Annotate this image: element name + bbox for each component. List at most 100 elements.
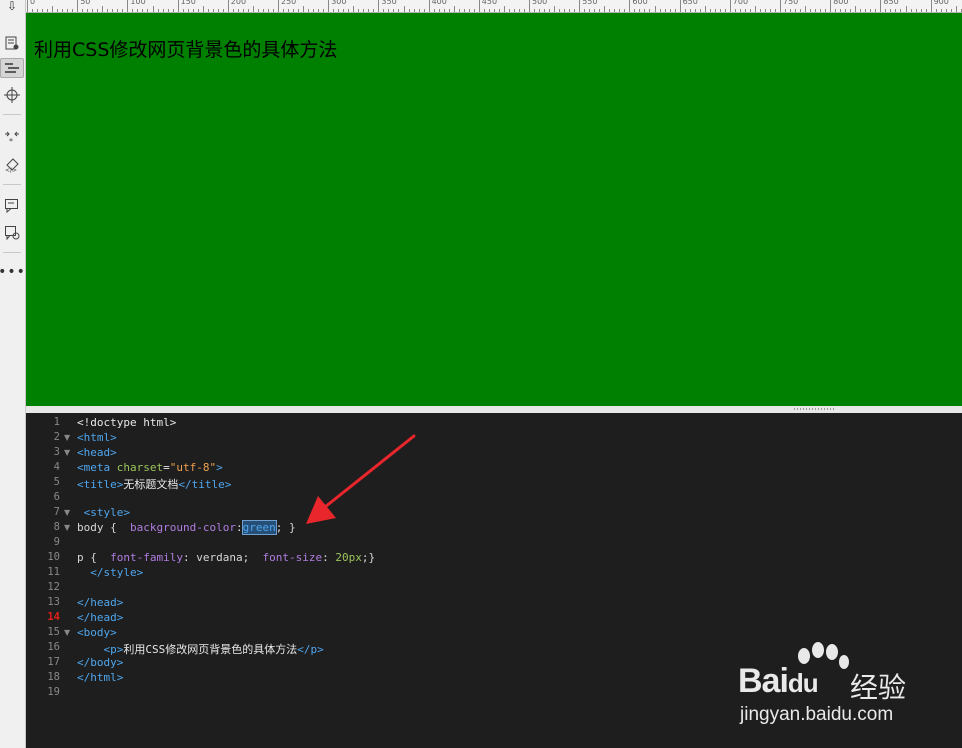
ruler-tick [764,9,766,12]
ruler-tick [870,9,872,12]
ruler-tick [202,6,204,12]
code-token: </style> [90,566,144,579]
more-icon[interactable]: ••• [0,262,25,282]
ruler-tick [137,9,139,12]
ruler-tick [453,6,455,12]
code-line[interactable]: </head> [77,596,123,609]
line-number: 1 [53,416,60,428]
ruler-tick [222,9,224,12]
ruler-tick [308,9,310,12]
ruler-tick [172,9,174,12]
code-line[interactable]: <meta charset="utf-8"> [77,461,223,474]
ruler-tick [895,9,897,12]
line-number: 16 [47,641,60,653]
ruler-tick [52,6,54,12]
ruler-label: 400 [431,0,447,6]
ruler-tick [252,6,254,12]
pane-splitter[interactable] [26,406,962,413]
expand-icon[interactable]: * [0,127,24,147]
ruler-tick [840,9,842,12]
code-line[interactable]: <head> [77,446,117,459]
validate-icon[interactable]: </> [0,155,24,175]
ruler-tick [795,9,797,12]
code-line[interactable]: p { font-family: verdana; font-size: 20p… [77,551,375,564]
ruler-tick [57,9,59,12]
line-number: 9 [53,536,60,548]
code-line[interactable]: </head> [77,611,123,624]
code-token: <style> [83,506,130,519]
ruler-tick [87,9,89,12]
ruler-tick [177,0,179,12]
ruler-tick [187,9,189,12]
ruler-tick [383,9,385,12]
ruler-tick [845,9,847,12]
code-token: </html> [77,671,124,684]
ruler-tick [584,9,586,12]
ruler-tick [639,9,641,12]
code-token: body { [77,521,124,534]
line-number: 4 [53,461,60,473]
fold-toggle-icon[interactable]: ▼ [64,508,70,517]
comment-settings-icon[interactable] [0,222,24,242]
code-line[interactable]: <title>无标题文档</title> [77,476,231,492]
ruler-tick [875,9,877,12]
fold-toggle-icon[interactable]: ▼ [64,628,70,637]
ruler-tick [534,9,536,12]
ruler-tick [463,9,465,12]
horizontal-ruler: 0 50 100 150 200 250 300 350 400 450 500 550 600 650 7… [26,0,962,13]
ruler-tick [443,9,445,12]
ruler-tick [283,9,285,12]
code-line[interactable]: <style> [77,506,130,519]
code-line[interactable]: </style> [77,566,143,579]
ruler-tick [373,9,375,12]
ruler-tick [785,9,787,12]
insert-icon[interactable]: ⇩ [0,0,24,16]
ruler-tick [825,9,827,12]
comment-icon[interactable] [0,195,24,215]
ruler-tick [759,9,761,12]
ruler-tick [654,6,656,12]
ruler-tick [92,9,94,12]
ruler-tick [890,9,892,12]
ruler-tick [142,9,144,12]
ruler-label: 500 [532,0,548,6]
ruler-tick [508,9,510,12]
ruler-tick [930,0,932,12]
ruler-tick [850,9,852,12]
fold-toggle-icon[interactable]: ▼ [64,433,70,442]
fold-toggle-icon[interactable]: ▼ [64,448,70,457]
ruler-tick [122,9,124,12]
code-line[interactable]: </html> [77,671,123,684]
code-token: </title> [178,478,232,491]
splitter-grip-icon[interactable] [794,408,834,410]
ruler-tick [774,9,776,12]
svg-text:</>: </> [5,167,17,173]
code-line[interactable]: body { background-color:green; } [77,520,296,535]
code-line[interactable]: <!doctype html> [77,416,176,429]
code-token: p { [77,551,104,564]
ruler-tick [689,9,691,12]
ruler-tick [483,9,485,12]
ruler-tick [102,6,104,12]
ruler-tick [438,9,440,12]
ruler-tick [147,9,149,12]
code-line[interactable]: </body> [77,656,123,669]
code-line[interactable]: <html> [77,431,117,444]
ruler-tick [498,9,500,12]
ruler-tick [393,9,395,12]
ruler-tick [47,9,49,12]
line-number: 5 [53,476,60,488]
code-line[interactable]: <body> [77,626,117,639]
ruler-tick [523,9,525,12]
ruler-tick [513,9,515,12]
file-properties-icon[interactable] [0,33,24,53]
code-token: = [163,461,170,474]
code-token: 无标题文档 [123,478,179,491]
ruler-tick [865,9,867,12]
fold-toggle-icon[interactable]: ▼ [64,523,70,532]
target-icon[interactable] [0,85,24,105]
ruler-tick [734,9,736,12]
code-line[interactable]: <p>利用CSS修改网页背景色的具体方法</p> [77,641,324,657]
code-format-icon[interactable] [0,58,24,78]
